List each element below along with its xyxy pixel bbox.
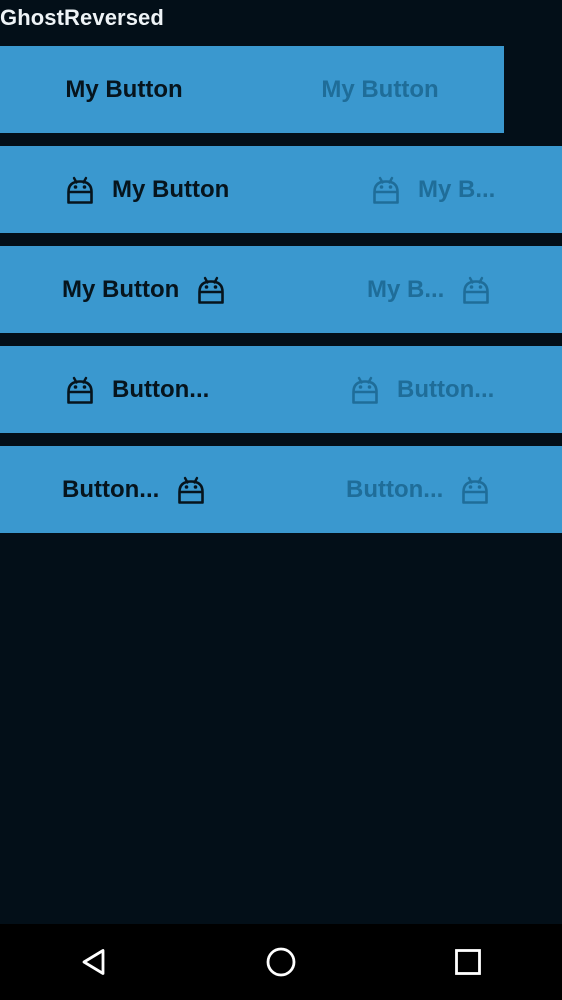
button-row-3: My Button My B... <box>0 246 562 333</box>
button-row-1: My Button My Button <box>0 46 504 133</box>
button-enabled-4[interactable]: Button... <box>0 346 286 433</box>
my-button-disabled-2[interactable]: My B... <box>306 146 562 233</box>
button-enabled-5[interactable]: Button... <box>0 446 286 533</box>
home-circle-icon <box>265 946 297 978</box>
button-label: My Button <box>112 175 230 203</box>
android-icon <box>459 474 491 506</box>
navigation-bar <box>0 924 562 1000</box>
my-button-enabled-2[interactable]: My Button <box>0 146 306 233</box>
button-label: Button... <box>397 375 495 403</box>
my-button-enabled-3[interactable]: My Button <box>0 246 306 333</box>
button-disabled-5[interactable]: Button... <box>286 446 562 533</box>
android-icon <box>349 374 381 406</box>
button-label: My B... <box>367 275 445 303</box>
back-triangle-icon <box>79 947 109 977</box>
button-label: Button... <box>346 475 444 503</box>
android-icon <box>64 174 96 206</box>
button-label: Button... <box>62 475 160 503</box>
button-row-5: Button... Button... <box>0 446 562 533</box>
my-button-disabled-3[interactable]: My B... <box>306 246 562 333</box>
android-icon <box>460 274 492 306</box>
recents-button[interactable] <box>444 938 492 986</box>
button-label: My Button <box>62 275 180 303</box>
android-icon <box>370 174 402 206</box>
button-disabled-4[interactable]: Button... <box>286 346 562 433</box>
home-button[interactable] <box>257 938 305 986</box>
button-label: My B... <box>418 175 496 203</box>
android-icon <box>195 274 227 306</box>
recents-square-icon <box>454 948 482 976</box>
back-button[interactable] <box>70 938 118 986</box>
button-label: My Button <box>321 75 439 103</box>
my-button-disabled-1[interactable]: My Button <box>256 46 504 133</box>
button-row-2: My Button My B... <box>0 146 562 233</box>
my-button-enabled-1[interactable]: My Button <box>0 46 248 133</box>
screen: GhostReversed My Button My Button My But… <box>0 0 562 1000</box>
android-icon <box>175 474 207 506</box>
button-label: Button... <box>112 375 210 403</box>
button-row-4: Button... Button... <box>0 346 562 433</box>
android-icon <box>64 374 96 406</box>
page-title: GhostReversed <box>0 5 164 30</box>
button-label: My Button <box>65 75 183 103</box>
